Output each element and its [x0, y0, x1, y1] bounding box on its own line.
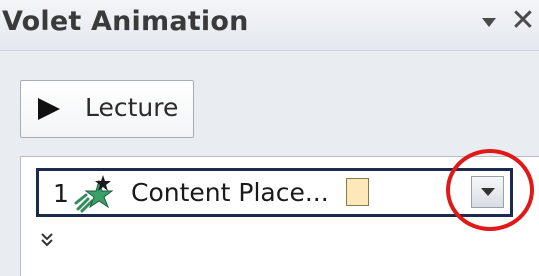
- close-button[interactable]: ✕: [508, 6, 538, 36]
- pane-title: Volet Animation: [2, 6, 249, 37]
- green-star-entrance-icon: [74, 175, 114, 213]
- pane-menu-button[interactable]: [481, 16, 497, 30]
- chevron-down-icon: [480, 187, 495, 196]
- pane-title-bar: Volet Animation ✕: [0, 0, 539, 51]
- close-icon: ✕: [510, 3, 536, 38]
- item-order-number: 1: [53, 179, 69, 208]
- play-button[interactable]: Lecture: [20, 80, 194, 138]
- item-label: Content Place...: [131, 178, 329, 207]
- play-icon: [38, 98, 60, 120]
- animation-list-item[interactable]: 1 Content Place...: [36, 168, 513, 217]
- timing-bar: [346, 178, 369, 206]
- triangle-down-icon: [482, 18, 496, 27]
- play-button-label: Lecture: [85, 93, 179, 122]
- item-dropdown-button[interactable]: [471, 176, 504, 208]
- double-chevron-down-icon[interactable]: [40, 232, 54, 248]
